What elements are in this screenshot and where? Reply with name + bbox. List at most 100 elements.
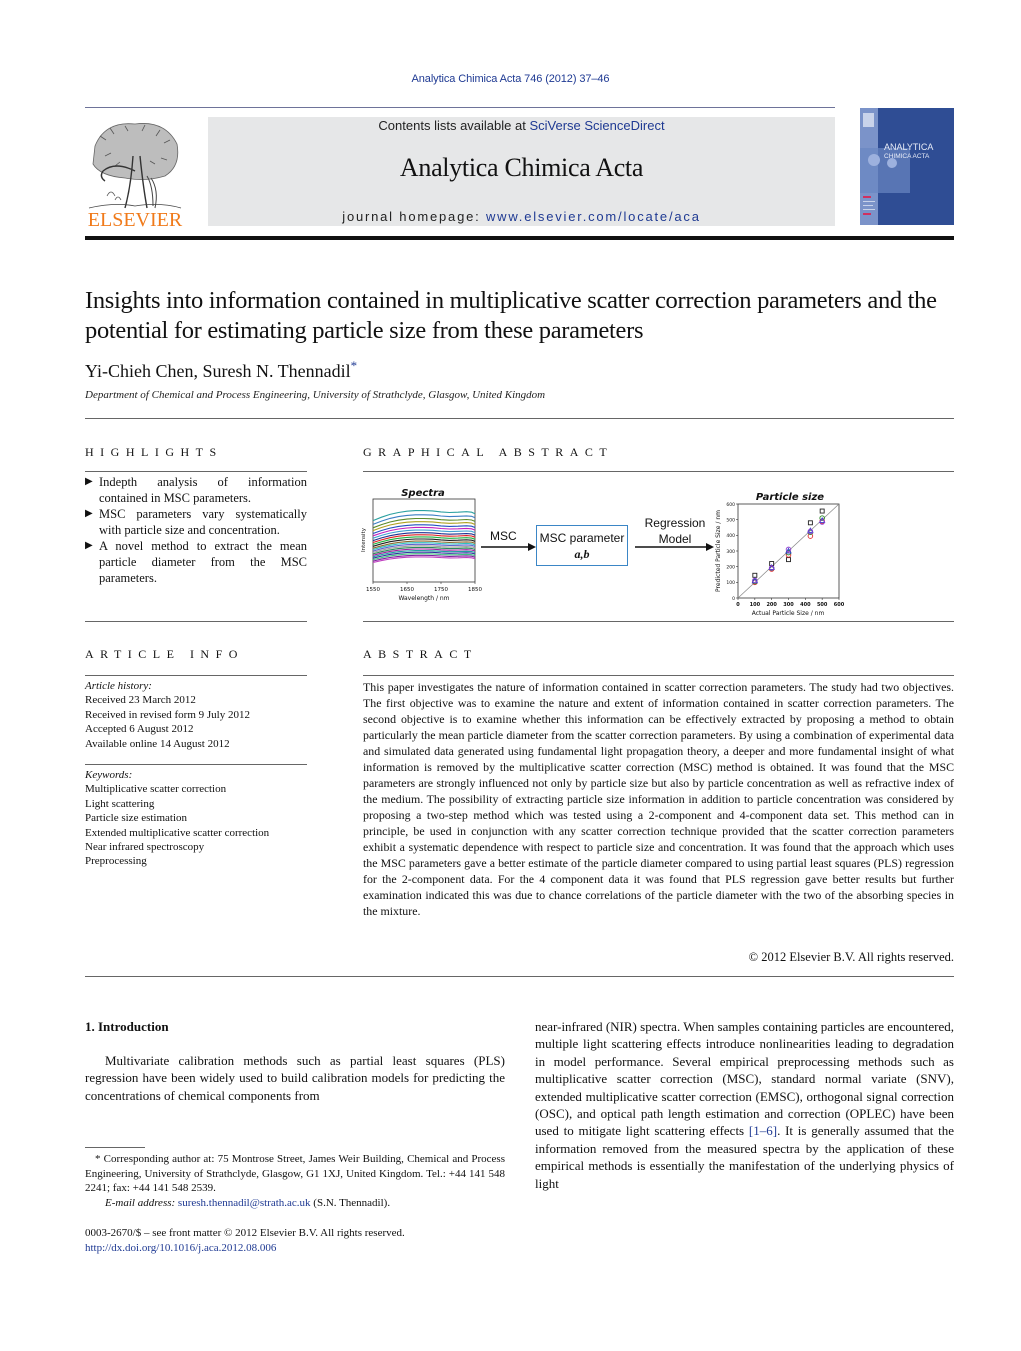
history-online: Available online 14 August 2012	[85, 737, 230, 750]
intro-right-paragraph: near-infrared (NIR) spectra. When sample…	[535, 1018, 954, 1192]
spectra-title: Spectra	[401, 488, 445, 499]
elsevier-logo[interactable]: ELSEVIER	[85, 116, 185, 231]
footnote-address: * Corresponding author at: 75 Montrose S…	[85, 1152, 505, 1196]
right-arrow-icon	[635, 543, 714, 551]
bullet-triangle-icon: ▶	[85, 476, 93, 487]
keyword-item: Particle size estimation	[85, 812, 188, 825]
article-history: Article history: Received 23 March 2012 …	[85, 679, 307, 751]
graphical-abstract-bottom-rule	[363, 621, 954, 622]
particle-size-chart-svg: Particle size Predicted Particle Size / …	[715, 492, 845, 617]
ps-x-tick-label: 200	[766, 602, 777, 608]
spectra-x-tick-label: 1650	[400, 587, 414, 593]
highlights-list: ▶ Indepth analysis of information contain…	[85, 474, 307, 586]
particle-size-title: Particle size	[756, 492, 824, 503]
sciencedirect-link[interactable]: SciVerse ScienceDirect	[529, 118, 664, 133]
intro-right-text: near-infrared (NIR) spectra. When sample…	[535, 1019, 954, 1139]
journal-homepage: journal homepage: www.elsevier.com/locat…	[208, 209, 835, 224]
authors-text: Yi-Chieh Chen, Suresh N. Thennadil	[85, 361, 351, 381]
title-divider	[85, 418, 954, 419]
history-revised: Received in revised form 9 July 2012	[85, 708, 250, 721]
abstract-copyright: © 2012 Elsevier B.V. All rights reserved…	[748, 950, 954, 964]
contents-prefix: Contents lists available at	[378, 118, 530, 133]
keyword-item: Extended multiplicative scatter correcti…	[85, 826, 270, 839]
issn-line: 0003-2670/$ – see front matter © 2012 El…	[85, 1227, 405, 1239]
corresponding-author-footnote: * Corresponding author at: 75 Montrose S…	[85, 1152, 505, 1210]
journal-cover-art-icon: ANALYTICA CHIMICA ACTA	[860, 108, 954, 225]
history-received: Received 23 March 2012	[85, 694, 196, 707]
right-arrow-icon	[481, 543, 536, 551]
highlight-item: ▶ A novel method to extract the mean part…	[85, 538, 307, 586]
elsevier-wordmark: ELSEVIER	[88, 209, 183, 229]
homepage-prefix: journal homepage:	[342, 209, 486, 224]
highlight-item: ▶ MSC parameters vary systematically with…	[85, 506, 307, 538]
particle-size-chart[interactable]: Particle size Predicted Particle Size / …	[712, 488, 852, 617]
highlight-text: Indepth analysis of information containe…	[99, 475, 307, 505]
email-suffix: (S.N. Thennadil).	[310, 1196, 391, 1209]
front-matter-divider	[85, 976, 954, 977]
homepage-link[interactable]: www.elsevier.com/locate/aca	[486, 209, 701, 224]
footnote-rule	[85, 1147, 145, 1148]
highlights-bottom-rule	[85, 621, 307, 622]
front-matter: 0003-2670/$ – see front matter © 2012 El…	[85, 1226, 505, 1255]
history-accepted: Accepted 6 August 2012	[85, 723, 194, 736]
footnote-text: Corresponding author at: 75 Montrose Str…	[85, 1153, 505, 1194]
email-label: E-mail address:	[105, 1196, 178, 1209]
keyword-item: Light scattering	[85, 797, 155, 810]
elsevier-tree-icon: ELSEVIER	[88, 123, 183, 231]
abstract-heading: ABSTRACT	[363, 647, 478, 661]
particle-size-x-axis-label: Actual Particle Size / nm	[752, 610, 825, 616]
ps-y-tick-label: 400	[726, 533, 735, 539]
spectra-chart[interactable]: Spectra Intensity Wavelength / nm 1550 16…	[355, 482, 485, 604]
affiliation: Department of Chemical and Process Engin…	[85, 389, 546, 401]
ps-y-tick-label: 0	[732, 596, 735, 602]
regression-label-line1: Regression	[644, 516, 706, 530]
spectra-x-tick-label: 1750	[434, 587, 448, 593]
doi-link[interactable]: http://dx.doi.org/10.1016/j.aca.2012.08.…	[85, 1242, 276, 1254]
spectra-chart-svg: Spectra Intensity Wavelength / nm 1550 16…	[361, 488, 482, 602]
introduction-heading: 1. Introduction	[85, 1019, 169, 1034]
keyword-item: Near infrared spectroscopy	[85, 841, 205, 854]
highlights-rule	[85, 471, 307, 472]
footnote-email-line: E-mail address: suresh.thennadil@strath.…	[85, 1196, 505, 1211]
cover-title-1: ANALYTICA	[884, 142, 933, 152]
msc-parameter-box: MSC parameter a,b	[536, 525, 628, 566]
ps-x-tick-label: 400	[800, 602, 811, 608]
msc-box-line2: a,b	[574, 547, 590, 561]
journal-banner: Contents lists available at SciVerse Sci…	[208, 117, 835, 226]
keywords-block: Keywords: Multiplicative scatter correct…	[85, 768, 307, 869]
keyword-item: Preprocessing	[85, 855, 147, 868]
intro-left-paragraph: Multivariate calibration methods such as…	[85, 1053, 505, 1103]
keyword-item: Multiplicative scatter correction	[85, 783, 227, 796]
graphical-abstract-rule	[363, 471, 954, 472]
keywords-rule	[85, 764, 307, 765]
email-link[interactable]: suresh.thennadil@strath.ac.uk	[178, 1197, 311, 1209]
bullet-triangle-icon: ▶	[85, 508, 93, 519]
ps-y-tick-label: 200	[726, 564, 735, 570]
article-info-rule	[85, 675, 307, 676]
highlight-text: MSC parameters vary systematically with …	[99, 507, 307, 537]
highlight-item: ▶ Indepth analysis of information contain…	[85, 474, 307, 506]
spectra-x-tick-label: 1850	[468, 587, 482, 593]
contents-line: Contents lists available at SciVerse Sci…	[208, 118, 835, 133]
ps-y-tick-label: 500	[726, 517, 735, 523]
header-rule	[85, 107, 835, 108]
ps-x-tick-label: 0	[736, 602, 740, 608]
spectra-x-axis-label: Wavelength / nm	[398, 595, 449, 602]
bullet-triangle-icon: ▶	[85, 540, 93, 551]
ps-y-tick-label: 300	[726, 549, 735, 555]
article-info-heading: ARTICLE INFO	[85, 647, 244, 661]
history-label: Article history:	[85, 680, 152, 692]
abstract-text: This paper investigates the nature of in…	[363, 680, 954, 918]
spectra-y-axis-label: Intensity	[361, 527, 367, 552]
cover-title-2: CHIMICA ACTA	[884, 153, 930, 160]
header-thick-rule	[85, 236, 954, 240]
ps-x-tick-label: 100	[750, 602, 761, 608]
corresponding-author-mark[interactable]: *	[351, 358, 358, 373]
graphical-abstract-heading: GRAPHICAL ABSTRACT	[363, 445, 614, 459]
ps-x-tick-label: 500	[817, 602, 828, 608]
journal-cover-image[interactable]: ANALYTICA CHIMICA ACTA	[860, 108, 954, 225]
reference-link[interactable]: [1–6]	[749, 1123, 777, 1138]
journal-citation[interactable]: Analytica Chimica Acta 746 (2012) 37–46	[0, 73, 1021, 85]
highlight-text: A novel method to extract the mean parti…	[99, 539, 307, 585]
particle-size-y-axis-label: Predicted Particle Size / nm	[715, 510, 722, 592]
